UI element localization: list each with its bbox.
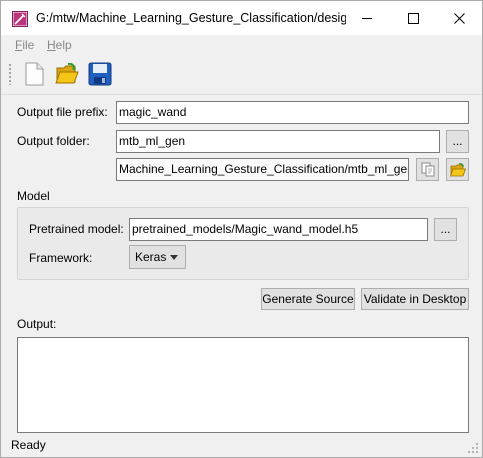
menu-file[interactable]: File xyxy=(15,38,34,52)
new-file-button[interactable] xyxy=(20,60,48,88)
pretrained-browse-button[interactable]: ... xyxy=(434,218,457,241)
menu-help-mnemonic: H xyxy=(47,38,56,52)
minimize-icon xyxy=(361,17,372,19)
maximize-button[interactable] xyxy=(390,1,436,35)
save-icon xyxy=(88,62,112,86)
pretrained-label: Pretrained model: xyxy=(29,222,124,236)
chevron-down-icon xyxy=(170,255,178,260)
app-icon xyxy=(12,11,28,27)
menu-help[interactable]: Help xyxy=(47,38,72,52)
pretrained-model-input[interactable]: pretrained_models/Magic_wand_model.h5 xyxy=(129,218,428,241)
output-label: Output: xyxy=(17,317,57,331)
open-folder-button[interactable] xyxy=(53,60,81,88)
open-folder-icon xyxy=(55,63,79,84)
resize-grip-icon[interactable] xyxy=(467,442,479,454)
menu-bar: File Help xyxy=(1,35,482,55)
open-folder-icon xyxy=(449,162,466,176)
resolved-path-field[interactable]: Machine_Learning_Gesture_Classification/… xyxy=(116,158,409,181)
output-textarea[interactable] xyxy=(17,337,469,433)
toolbar-grip[interactable] xyxy=(8,63,12,85)
maximize-icon xyxy=(407,12,419,24)
copy-icon xyxy=(421,162,434,177)
toolbar xyxy=(1,55,482,95)
window-title: G:/mtw/Machine_Learning_Gesture_Classifi… xyxy=(36,11,346,25)
menu-file-label: ile xyxy=(22,38,35,52)
minimize-button[interactable] xyxy=(344,1,390,35)
save-button[interactable] xyxy=(86,60,114,88)
copy-path-button[interactable] xyxy=(416,158,439,181)
folder-label: Output folder: xyxy=(17,134,90,148)
model-section-label: Model xyxy=(17,189,50,203)
folder-input[interactable]: mtb_ml_gen xyxy=(116,130,440,153)
close-icon xyxy=(453,12,465,24)
prefix-label: Output file prefix: xyxy=(17,105,108,119)
framework-label: Framework: xyxy=(29,251,93,265)
prefix-input[interactable]: magic_wand xyxy=(116,101,469,124)
app-window: G:/mtw/Machine_Learning_Gesture_Classifi… xyxy=(0,0,483,458)
close-button[interactable] xyxy=(436,1,482,35)
folder-browse-button[interactable]: ... xyxy=(446,130,469,153)
framework-value: Keras xyxy=(135,250,167,264)
generate-source-button[interactable]: Generate Source xyxy=(261,288,355,310)
open-folder-path-button[interactable] xyxy=(446,158,469,181)
framework-select[interactable]: Keras xyxy=(129,245,186,269)
status-text: Ready xyxy=(11,438,46,452)
title-bar[interactable]: G:/mtw/Machine_Learning_Gesture_Classifi… xyxy=(1,1,482,35)
validate-desktop-button[interactable]: Validate in Desktop xyxy=(361,288,469,310)
new-file-icon xyxy=(25,62,44,86)
status-bar: Ready xyxy=(1,435,482,457)
menu-help-label: elp xyxy=(55,38,72,52)
